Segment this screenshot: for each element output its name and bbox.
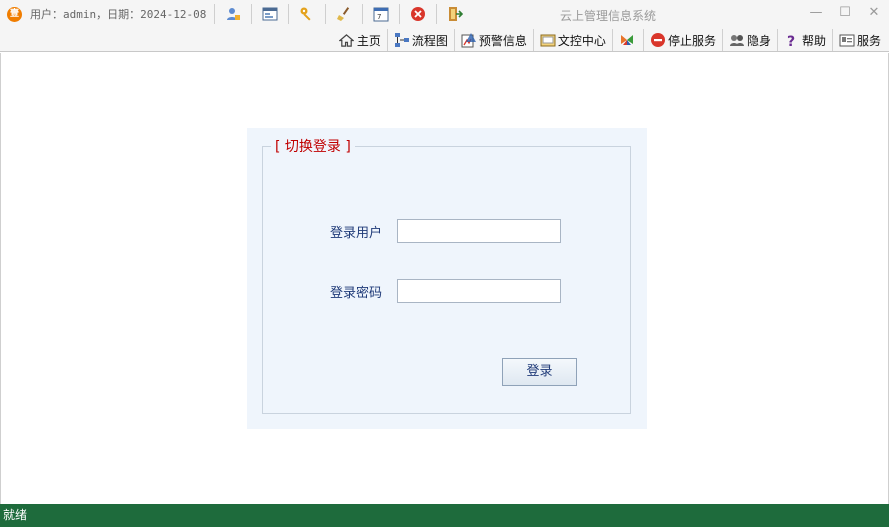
toolbar-flowchart[interactable]: 流程图 <box>386 29 454 51</box>
toolbar-home[interactable]: 主页 <box>333 29 387 51</box>
toolbar-warning-label: 预警信息 <box>478 33 527 48</box>
toolbar-document-center[interactable]: 文控中心 <box>532 29 612 51</box>
close-button[interactable]: ✕ <box>864 4 884 22</box>
toolbar-document-center-label: 文控中心 <box>557 33 606 48</box>
toolbar-service[interactable]: 服务 <box>831 29 887 51</box>
toolbar-stop-service-label: 停止服务 <box>667 33 716 48</box>
status-bar: 就绪 <box>0 504 889 527</box>
help-icon: ? <box>784 32 800 48</box>
calendar-icon[interactable]: 7 <box>362 4 392 24</box>
quick-toolbar: 7 <box>214 3 473 25</box>
login-legend: [ 切换登录 ] <box>271 136 355 156</box>
flowchart-icon <box>394 32 410 48</box>
svg-text:?: ? <box>787 34 795 48</box>
toolbar-warning[interactable]: 预警信息 <box>453 29 533 51</box>
main-content: [ 切换登录 ] 登录用户 登录密码 登录 <box>0 53 889 504</box>
toolbar-flowchart-label: 流程图 <box>411 33 448 48</box>
login-panel: [ 切换登录 ] 登录用户 登录密码 登录 <box>247 128 647 429</box>
toolbar-stealth-label: 隐身 <box>746 33 771 48</box>
login-fieldset: [ 切换登录 ] 登录用户 登录密码 登录 <box>262 136 631 414</box>
stealth-icon <box>729 32 745 48</box>
user-date-info: 用户：admin，日期：2024-12-08 <box>30 8 207 21</box>
toolbar-help[interactable]: ? 帮助 <box>776 29 832 51</box>
document-center-icon <box>540 32 556 48</box>
toolbar-service-label: 服务 <box>856 33 881 48</box>
app-logo-icon: 壹 <box>7 7 22 22</box>
key-icon[interactable] <box>288 4 318 24</box>
warning-icon <box>461 32 477 48</box>
close-circle-icon[interactable] <box>399 4 429 24</box>
service-icon <box>839 32 855 48</box>
username-label: 登录用户 <box>330 226 383 241</box>
title-bar: 壹 用户：admin，日期：2024-12-08 7 云上管理信息系统 — ☐ … <box>0 0 889 28</box>
password-input[interactable] <box>397 279 561 303</box>
butterfly-icon <box>619 32 635 48</box>
main-toolbar: 主页 流程图 预警信息 文控中心 停止服务 隐身 ? 帮助 服务 <box>0 28 889 52</box>
toolbar-help-label: 帮助 <box>801 33 826 48</box>
window-icon[interactable] <box>251 4 281 24</box>
toolbar-butterfly[interactable] <box>611 29 643 51</box>
broom-icon[interactable] <box>325 4 355 24</box>
stop-icon <box>650 32 666 48</box>
window-title: 云上管理信息系统 <box>560 9 657 23</box>
password-label: 登录密码 <box>330 286 383 301</box>
toolbar-home-label: 主页 <box>356 33 381 48</box>
svg-text:7: 7 <box>377 13 381 21</box>
toolbar-stealth[interactable]: 隐身 <box>721 29 777 51</box>
login-button[interactable]: 登录 <box>502 358 577 386</box>
maximize-button[interactable]: ☐ <box>835 4 855 22</box>
username-input[interactable] <box>397 219 561 243</box>
toolbar-stop-service[interactable]: 停止服务 <box>642 29 722 51</box>
minimize-button[interactable]: — <box>806 4 826 22</box>
status-text: 就绪 <box>3 508 28 522</box>
exit-icon[interactable] <box>436 4 466 24</box>
home-icon <box>339 32 355 48</box>
user-icon[interactable] <box>214 4 244 24</box>
